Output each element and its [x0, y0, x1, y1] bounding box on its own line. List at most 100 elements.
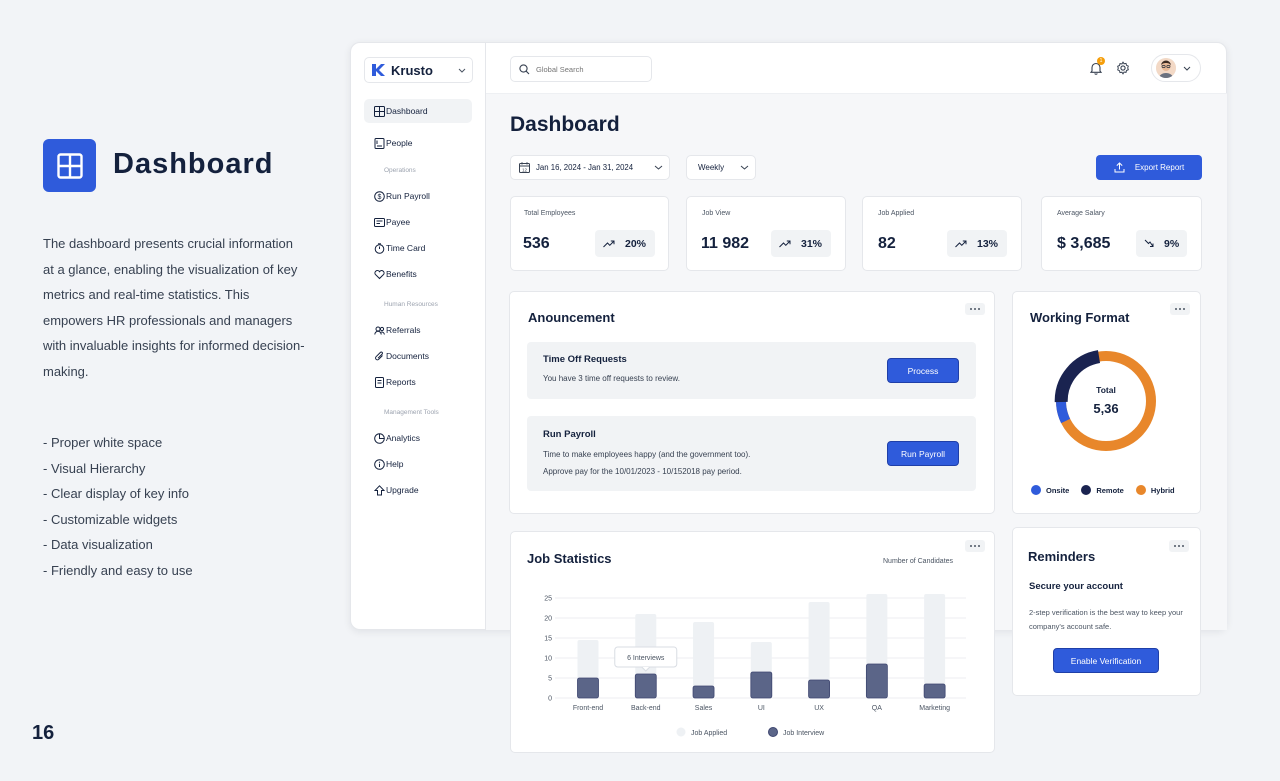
sidebar-item-label: People: [386, 138, 413, 148]
bar-job-applied: [924, 594, 946, 698]
chevron-down-icon: [654, 165, 663, 170]
brand-name: Krusto: [391, 62, 433, 78]
announcement-item-time-off: Time Off Requests You have 3 time off re…: [527, 342, 976, 399]
nav-section-operations: Operations: [384, 167, 416, 174]
announcement-item-run-payroll: Run Payroll Time to make employees happy…: [527, 416, 976, 491]
stat-card-job-applied: Job Applied 82 13%: [862, 196, 1022, 271]
bar-job-interview: [865, 663, 888, 699]
working-format-donut: Total 5,36: [1054, 350, 1156, 451]
sidebar-item-label: Referrals: [386, 325, 421, 335]
sidebar-item-run-payroll[interactable]: $ Run Payroll: [364, 184, 472, 208]
run-payroll-button[interactable]: Run Payroll: [887, 441, 959, 466]
trend-up-icon: [603, 240, 615, 248]
x-tick-label: UX: [814, 705, 824, 712]
legend-label: Remote: [1096, 485, 1124, 495]
sidebar-item-help[interactable]: Help: [364, 452, 472, 476]
bar-job-interview: [634, 673, 657, 699]
trend-down-icon: [1144, 239, 1154, 249]
svg-text:$: $: [377, 194, 381, 201]
export-report-button[interactable]: Export Report: [1096, 155, 1202, 180]
legend-dot: [768, 727, 778, 737]
intro-description: The dashboard presents crucial informati…: [43, 236, 305, 379]
stat-value: $ 3,685: [1057, 235, 1111, 252]
trend-up-icon: [955, 240, 967, 248]
gear-icon[interactable]: [1116, 61, 1130, 75]
y-tick-label: 15: [544, 636, 552, 643]
sidebar-item-dashboard[interactable]: Dashboard: [364, 99, 472, 123]
announcement-title: Anouncement: [528, 310, 615, 325]
enable-verification-button[interactable]: Enable Verification: [1053, 648, 1159, 673]
upload-icon: [1114, 162, 1125, 173]
sidebar-item-label: Benefits: [386, 269, 417, 279]
sidebar-item-label: Analytics: [386, 433, 421, 443]
stat-card-total-employees: Total Employees 536 20%: [510, 196, 669, 271]
stat-trend-value: 13%: [977, 237, 999, 250]
stat-label: Average Salary: [1057, 210, 1105, 217]
sidebar-item-people[interactable]: People: [364, 131, 472, 155]
info-icon: [373, 458, 385, 470]
stat-trend-value: 9%: [1164, 237, 1180, 250]
stat-label: Job View: [702, 210, 731, 217]
feature-item: - Visual Hierarchy: [43, 460, 146, 476]
sidebar-item-payee[interactable]: Payee: [364, 210, 472, 234]
date-range-picker[interactable]: 12 Jan 16, 2024 - Jan 31, 2024: [510, 155, 670, 180]
more-options-button[interactable]: [965, 303, 985, 315]
search-input[interactable]: [536, 64, 646, 74]
sidebar-item-analytics[interactable]: Analytics: [364, 426, 472, 450]
heart-icon: [373, 268, 385, 280]
y-tick-label: 5: [548, 676, 552, 683]
paperclip-icon: [373, 350, 385, 362]
people-icon: [373, 137, 385, 149]
sidebar-item-reports[interactable]: Reports: [364, 370, 472, 394]
bar-job-interview: [923, 683, 946, 699]
global-search[interactable]: [510, 56, 652, 82]
notification-badge: 1: [1097, 57, 1105, 65]
sidebar-item-referrals[interactable]: Referrals: [364, 318, 472, 342]
stat-value: 82: [878, 235, 896, 252]
x-tick-label: UI: [758, 705, 765, 712]
sidebar-item-label: Time Card: [386, 243, 426, 253]
working-format-card: Working Format Total 5,36 Onsite Remote …: [1012, 291, 1201, 514]
announcement-item-title: Time Off Requests: [543, 354, 627, 365]
nav-section-human-resources: Human Resources: [384, 301, 438, 308]
profile-menu[interactable]: [1151, 54, 1201, 82]
x-tick-label: Marketing: [919, 705, 950, 712]
upgrade-icon: [373, 484, 385, 496]
donut-segment-remote: [1054, 350, 1101, 403]
more-options-button[interactable]: [1169, 540, 1189, 552]
sidebar-item-time-card[interactable]: Time Card: [364, 236, 472, 260]
legend-item-onsite: Onsite: [1031, 485, 1069, 495]
x-tick-label: Sales: [695, 705, 713, 712]
process-button[interactable]: Process: [887, 358, 959, 383]
announcement-item-text: Approve pay for the 10/01/2023 - 10/1520…: [543, 467, 742, 476]
sidebar-item-label: Payee: [386, 217, 411, 227]
calendar-icon: 12: [519, 162, 530, 173]
job-statistics-chart: 0 5 10 15 20 25 Front-end Back-end 6 Interviews S…: [544, 594, 966, 737]
legend-label: Onsite: [1046, 485, 1070, 495]
sidebar-item-documents[interactable]: Documents: [364, 344, 472, 368]
reminder-text: 2-step verification is the best way to k…: [1029, 608, 1183, 631]
stat-label: Job Applied: [878, 210, 915, 217]
stat-trend: 20%: [595, 230, 655, 257]
feature-item: - Clear display of key info: [43, 486, 189, 502]
feature-item: - Friendly and easy to use: [43, 562, 193, 578]
more-options-button[interactable]: [1170, 303, 1190, 315]
dashboard-icon: [373, 105, 385, 117]
feature-item: - Proper white space: [43, 435, 163, 450]
krusto-logo-icon: [370, 62, 386, 78]
y-tick-label: 25: [544, 596, 552, 603]
donut-total-value: 5,36: [1093, 401, 1118, 416]
announcement-item-text: Time to make employees happy (and the go…: [543, 450, 751, 459]
sidebar-item-benefits[interactable]: Benefits: [364, 262, 472, 286]
announcement-item-title: Run Payroll: [543, 429, 596, 440]
job-statistics-card: Job Statistics Number of Candidates 0 5 10…: [510, 531, 995, 753]
reminders-title: Reminders: [1028, 549, 1096, 564]
sidebar-item-upgrade[interactable]: Upgrade: [364, 478, 472, 502]
payee-icon: [373, 216, 385, 228]
dashboard-logo-icon: [43, 139, 96, 192]
stat-trend: 13%: [947, 230, 1007, 257]
period-select[interactable]: Weekly: [686, 155, 756, 180]
stat-trend-value: 20%: [625, 237, 647, 250]
workspace-switcher[interactable]: Krusto: [364, 57, 473, 83]
search-icon: [519, 63, 530, 75]
